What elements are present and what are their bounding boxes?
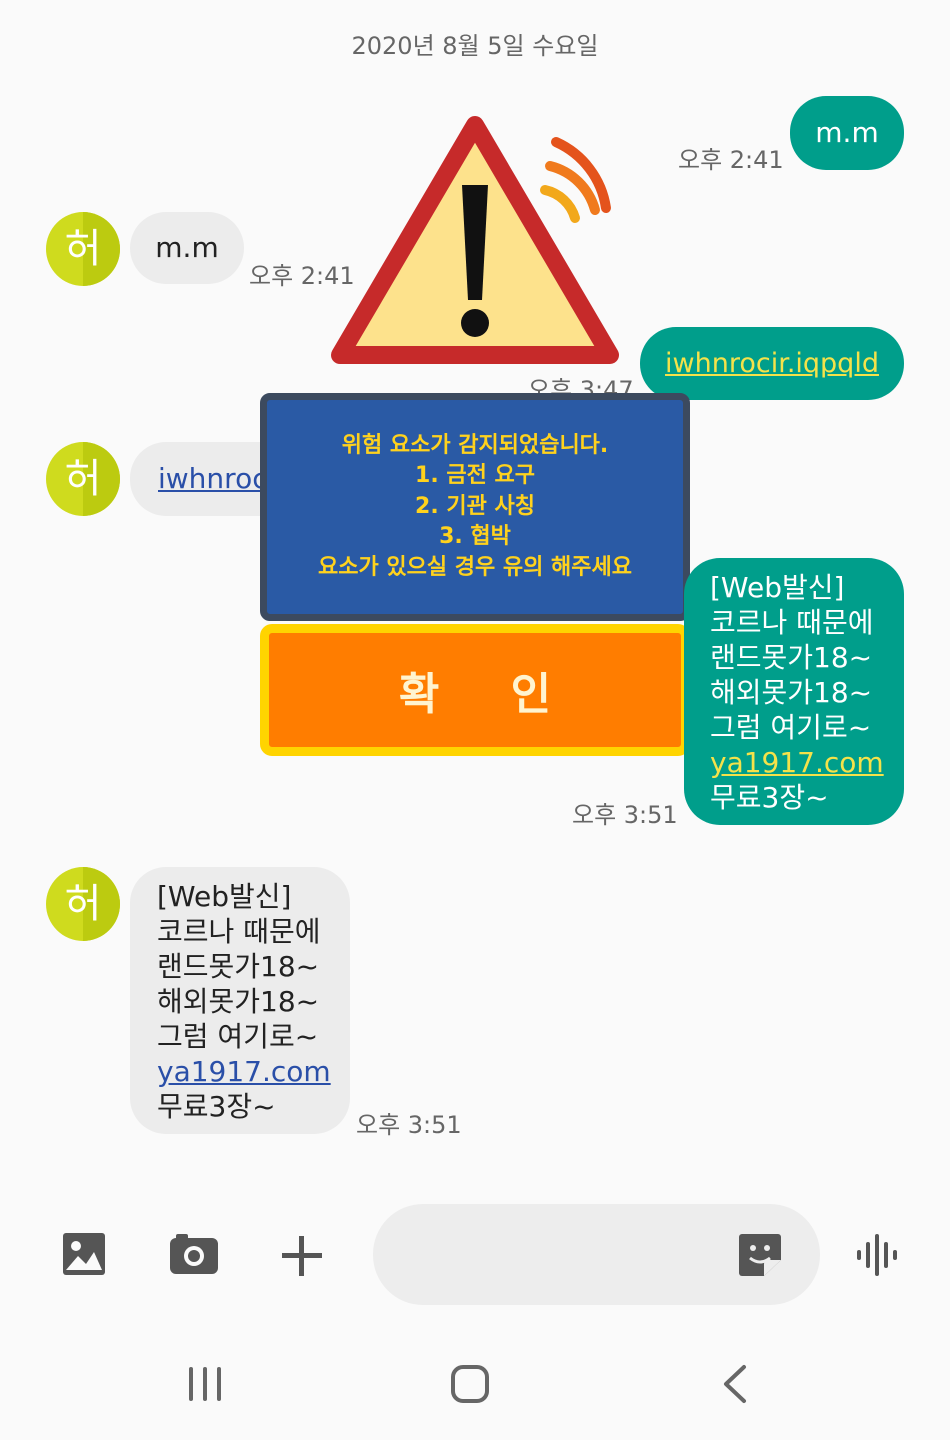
message-link[interactable]: ya1917.com xyxy=(710,745,904,780)
incoming-message[interactable]: [Web발신] 코르나 때문에 랜드못가18~ 해외못가18~ 그럼 여기로~ … xyxy=(130,867,350,1134)
avatar-letter: 허 xyxy=(64,881,102,927)
avatar-letter: 허 xyxy=(64,226,102,272)
message-link[interactable]: ya1917.com xyxy=(157,1054,350,1089)
confirm-button[interactable]: 확 인 xyxy=(260,624,690,756)
sticker-icon[interactable] xyxy=(738,1232,782,1278)
message-text: [Web발신] 코르나 때문에 랜드못가18~ 해외못가18~ 그럼 여기로~ xyxy=(157,880,321,1053)
outgoing-message[interactable]: [Web발신] 코르나 때문에 랜드못가18~ 해외못가18~ 그럼 여기로~ … xyxy=(684,558,904,825)
avatar[interactable]: 허 xyxy=(46,867,120,941)
message-text: 무료3장~ xyxy=(710,781,829,814)
camera-icon[interactable] xyxy=(170,1234,218,1274)
message-text: [Web발신] 코르나 때문에 랜드못가18~ 해외못가18~ 그럼 여기로~ xyxy=(710,571,874,744)
message-time: 오후 2:41 xyxy=(678,146,784,174)
outgoing-message[interactable]: m.m xyxy=(790,96,904,170)
message-link[interactable]: iwhnroc xyxy=(158,462,268,495)
message-time: 오후 3:51 xyxy=(572,801,678,829)
message-text: 무료3장~ xyxy=(157,1090,276,1123)
avatar-letter: 허 xyxy=(64,456,102,502)
plus-icon[interactable] xyxy=(280,1234,324,1278)
warning-line: 1. 금전 요구 xyxy=(415,463,535,489)
warning-triangle-icon xyxy=(331,116,619,364)
avatar[interactable]: 허 xyxy=(46,442,120,516)
recents-icon[interactable] xyxy=(186,1365,224,1403)
warning-line: 2. 기관 사칭 xyxy=(415,493,535,519)
warning-panel: 위험 요소가 감지되었습니다. 1. 금전 요구 2. 기관 사칭 3. 협박 … xyxy=(260,393,690,621)
message-text: m.m xyxy=(815,116,879,149)
warning-line: 위험 요소가 감지되었습니다. xyxy=(341,432,609,458)
incoming-message[interactable]: m.m xyxy=(130,212,244,284)
home-icon[interactable] xyxy=(450,1364,490,1404)
message-time: 오후 3:51 xyxy=(356,1111,462,1139)
outgoing-message[interactable]: iwhnrocir.iqpqld xyxy=(640,327,904,400)
avatar[interactable]: 허 xyxy=(46,212,120,286)
warning-line: 요소가 있으실 경우 유의 해주세요 xyxy=(318,554,632,580)
date-separator: 2020년 8월 5일 수요일 xyxy=(351,32,599,60)
back-icon[interactable] xyxy=(720,1364,750,1404)
image-icon[interactable] xyxy=(62,1232,106,1276)
warning-line: 3. 협박 xyxy=(439,524,511,550)
message-link[interactable]: iwhnrocir.iqpqld xyxy=(665,348,879,379)
message-text: m.m xyxy=(155,231,219,264)
voice-icon[interactable] xyxy=(856,1234,902,1276)
